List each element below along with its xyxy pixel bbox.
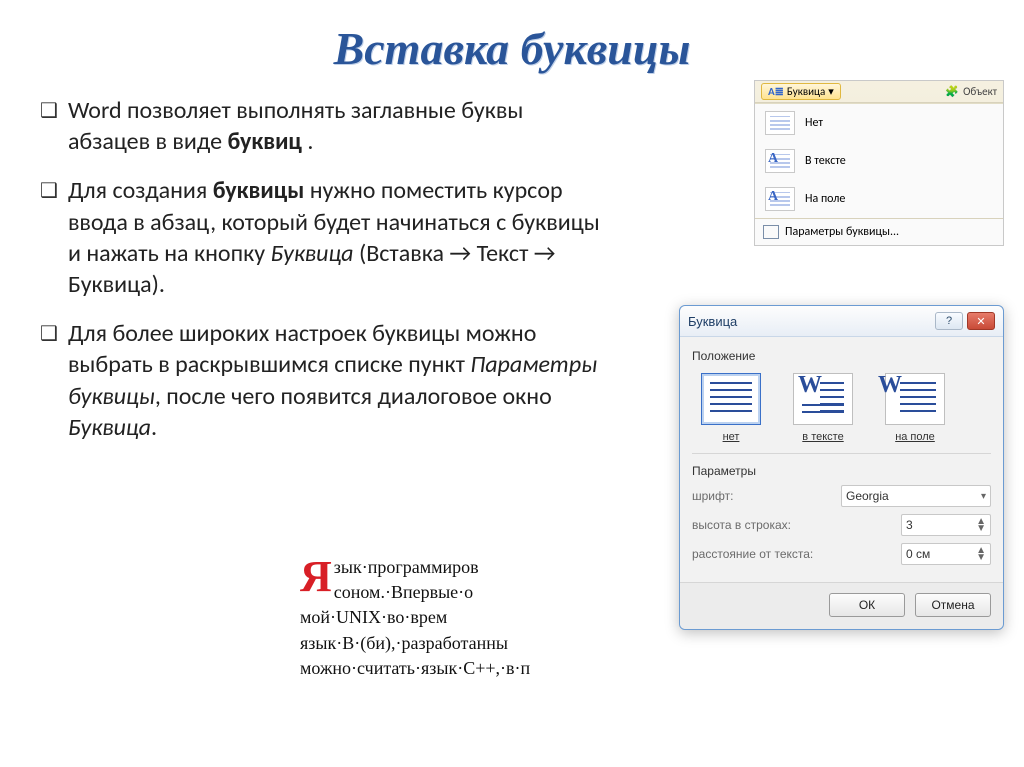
- params-group: Параметры шрифт: Georgia ▾ высота в стро…: [692, 453, 991, 565]
- dropdown-item-margin[interactable]: A На поле: [755, 180, 1003, 218]
- content-area: ❑ Word позволяет выполнять заглавные бук…: [0, 85, 620, 443]
- close-button[interactable]: ✕: [967, 312, 995, 330]
- paragraph-2: ❑ Для создания буквицы нужно поместить к…: [40, 175, 600, 300]
- position-margin-label: на поле: [880, 431, 950, 443]
- spinner-arrows-icon: ▲▼: [976, 547, 986, 561]
- position-margin[interactable]: W на поле: [880, 373, 950, 443]
- intext-icon: A: [765, 149, 795, 173]
- params-icon: [763, 225, 779, 239]
- object-ribbon-button[interactable]: 🧩 Объект: [945, 83, 997, 100]
- font-combo[interactable]: Georgia ▾: [841, 485, 991, 507]
- cancel-button[interactable]: Отмена: [915, 593, 991, 617]
- dropcap-ribbon-button[interactable]: A≣ Буквица ▾: [761, 83, 841, 100]
- object-icon: 🧩: [945, 85, 959, 98]
- chevron-down-icon: ▾: [981, 491, 986, 502]
- paragraph-3: ❑ Для более широких настроек буквицы мож…: [40, 318, 600, 443]
- example-line-3: мой·UNIX·во·врем: [300, 607, 447, 627]
- dropdown-item-params[interactable]: Параметры буквицы...: [755, 218, 1003, 245]
- help-button[interactable]: ?: [935, 312, 963, 330]
- p3-e: .: [151, 413, 157, 442]
- p3-c: , после чего появится диалоговое окно: [155, 382, 552, 411]
- dropdown-item-intext[interactable]: A В тексте: [755, 142, 1003, 180]
- example-line-5: можно·считать·язык·C++,·в·п: [300, 658, 530, 678]
- paragraph-1: ❑ Word позволяет выполнять заглавные бук…: [40, 95, 600, 157]
- ribbon-header: A≣ Буквица ▾ 🧩 Объект: [755, 81, 1003, 103]
- ribbon-dropdown-snapshot: A≣ Буквица ▾ 🧩 Объект Нет A В тексте A Н…: [754, 80, 1004, 246]
- position-group-label: Положение: [692, 349, 991, 363]
- spinner-arrows-icon: ▲▼: [976, 518, 986, 532]
- bullet-icon: ❑: [40, 178, 58, 300]
- none-icon: [765, 111, 795, 135]
- dropcap-ribbon-label: Буквица: [787, 85, 825, 98]
- position-options: нет W в тексте W на поле: [692, 369, 991, 453]
- dialog-title: Буквица: [688, 314, 737, 329]
- chevron-down-icon: ▾: [828, 85, 834, 98]
- dropcap-dropdown-list: Нет A В тексте A На поле Параметры букви…: [755, 103, 1003, 245]
- position-none-label: нет: [696, 431, 766, 443]
- height-value: 3: [906, 518, 913, 532]
- bullet-icon: ❑: [40, 98, 58, 157]
- p3-a: Для более широких настроек буквицы можно…: [68, 319, 536, 379]
- params-group-label: Параметры: [692, 464, 991, 478]
- position-none[interactable]: нет: [696, 373, 766, 443]
- p2-a: Для создания: [68, 176, 213, 205]
- position-intext[interactable]: W в тексте: [788, 373, 858, 443]
- dropdown-item-none[interactable]: Нет: [755, 104, 1003, 142]
- font-label: шрифт:: [692, 489, 733, 503]
- dropcap-glyph-icon: A≣: [768, 85, 784, 98]
- height-spinner[interactable]: 3 ▲▼: [901, 514, 991, 536]
- example-line-2: соном.·Впервые·о: [334, 582, 473, 602]
- distance-spinner[interactable]: 0 см ▲▼: [901, 543, 991, 565]
- page-title: Вставка буквицы: [0, 0, 1024, 85]
- height-label: высота в строках:: [692, 518, 791, 532]
- object-label: Объект: [963, 85, 997, 98]
- distance-value: 0 см: [906, 547, 930, 561]
- p3-d: Буквица: [68, 413, 151, 442]
- dropdown-item-label: На поле: [805, 192, 845, 206]
- dropdown-item-label: В тексте: [805, 154, 846, 168]
- dropdown-item-label: Нет: [805, 116, 823, 130]
- dropdown-footer-label: Параметры буквицы...: [785, 225, 899, 239]
- p1-bold: буквиц: [227, 127, 301, 156]
- margin-icon: A: [765, 187, 795, 211]
- font-value: Georgia: [846, 489, 889, 503]
- ok-button[interactable]: ОК: [829, 593, 905, 617]
- dialog-body: Положение нет W в тексте W на поле Парам…: [680, 337, 1003, 582]
- p1-tail: .: [302, 127, 313, 156]
- example-line-1: зык·программиров: [334, 557, 479, 577]
- example-line-4: язык·B·(би),·разработанны: [300, 633, 508, 653]
- position-intext-label: в тексте: [788, 431, 858, 443]
- dialog-titlebar: Буквица ? ✕: [680, 306, 1003, 337]
- dropcap-letter: Я: [300, 555, 334, 595]
- dropcap-example: Я зык·программиров соном.·Впервые·о мой·…: [300, 555, 760, 681]
- p2-d: Буквица: [270, 239, 353, 268]
- bullet-icon: ❑: [40, 321, 58, 443]
- p2-b: буквицы: [213, 176, 305, 205]
